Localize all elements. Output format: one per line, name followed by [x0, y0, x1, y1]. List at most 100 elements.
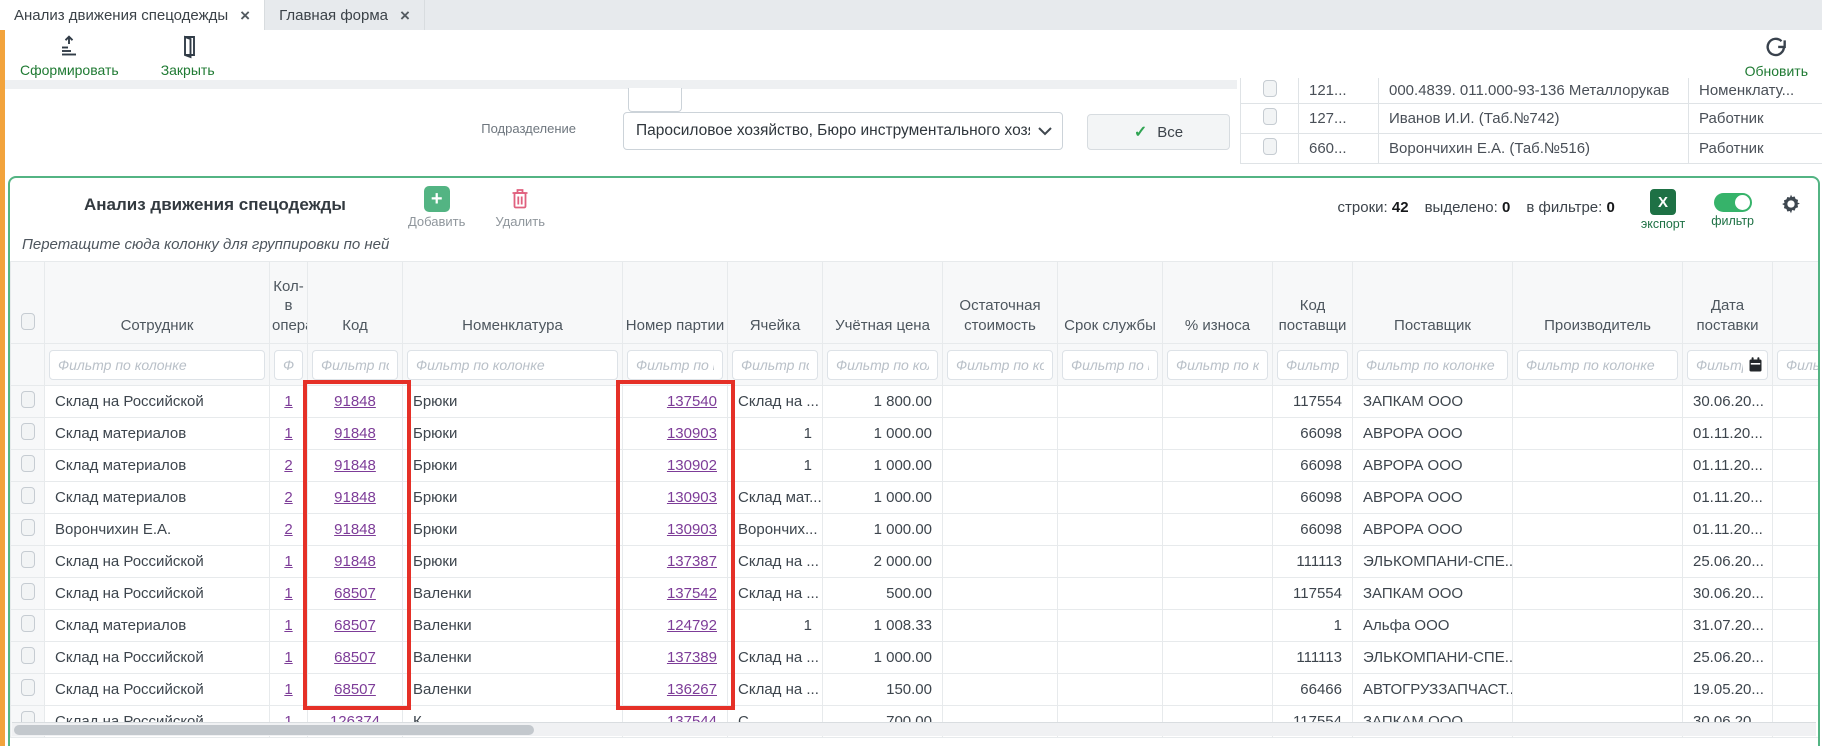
ops-link[interactable]: 1 [284, 425, 292, 442]
filter-input-supplier_code[interactable] [1277, 350, 1348, 380]
col-header-season[interactable]: Се... [1773, 262, 1819, 344]
batch-link[interactable]: 136267 [667, 681, 717, 698]
col-header-ops[interactable]: Кол-в операц [270, 262, 308, 344]
batch-link[interactable]: 130903 [667, 425, 717, 442]
col-header-cell[interactable]: Ячейка [728, 262, 823, 344]
row-checkbox[interactable] [21, 391, 35, 408]
code-link[interactable]: 68507 [334, 681, 376, 698]
scrollbar-thumb[interactable] [14, 725, 534, 735]
row-checkbox[interactable] [21, 615, 35, 632]
add-button[interactable]: + Добавить [408, 186, 465, 229]
batch-link[interactable]: 130902 [667, 457, 717, 474]
close-icon[interactable]: × [400, 7, 410, 24]
filter-input-wear[interactable] [1167, 350, 1268, 380]
ops-link[interactable]: 1 [284, 649, 292, 666]
row-checkbox[interactable] [21, 487, 35, 504]
code-link[interactable]: 91848 [334, 457, 376, 474]
col-header-nomenclature[interactable]: Номенклатура [403, 262, 623, 344]
side-table-row[interactable]: 121...000.4839. 011.000-93-136 Металлору… [1241, 78, 1822, 103]
filter-input-ops[interactable] [274, 350, 303, 380]
delete-button[interactable]: Удалить [495, 186, 545, 229]
tab-analysis[interactable]: Анализ движения спецодежды × [0, 0, 265, 30]
table-row[interactable]: Склад материалов168507Валенки12479211 00… [11, 610, 1819, 642]
filter-input-cell[interactable] [732, 350, 818, 380]
close-form-button[interactable]: Закрыть [161, 33, 215, 78]
ops-link[interactable]: 1 [284, 617, 292, 634]
filter-input-nomenclature[interactable] [407, 350, 618, 380]
table-row[interactable]: Склад на Российской191848Брюки137387Скла… [11, 546, 1819, 578]
batch-link[interactable]: 130903 [667, 521, 717, 538]
col-header-residual[interactable]: Остаточная стоимость [943, 262, 1058, 344]
code-link[interactable]: 91848 [334, 489, 376, 506]
row-checkbox[interactable] [1263, 108, 1277, 125]
generate-button[interactable]: Сформировать [20, 33, 119, 78]
select-all-checkbox[interactable] [21, 313, 35, 330]
filter-input-residual[interactable] [947, 350, 1053, 380]
filter-input-employee[interactable] [49, 350, 265, 380]
batch-link[interactable]: 124792 [667, 617, 717, 634]
table-row[interactable]: Склад на Российской191848Брюки137540Скла… [11, 386, 1819, 418]
horizontal-scrollbar[interactable] [12, 722, 1816, 736]
settings-button[interactable] [1780, 193, 1802, 215]
col-header-delivery_date[interactable]: Дата поставки [1683, 262, 1773, 344]
code-link[interactable]: 91848 [334, 393, 376, 410]
code-link[interactable]: 91848 [334, 521, 376, 538]
table-row[interactable]: Склад на Российской168507Валенки136267Ск… [11, 674, 1819, 706]
table-row[interactable]: Ворончихин Е.А.291848Брюки130903Ворончих… [11, 514, 1819, 546]
batch-link[interactable]: 137387 [667, 553, 717, 570]
side-table-row[interactable]: 660...Ворончихин Е.А. (Таб.№516)Работник [1241, 133, 1822, 163]
filter-input-price[interactable] [827, 350, 938, 380]
row-checkbox[interactable] [21, 455, 35, 472]
row-checkbox[interactable] [21, 583, 35, 600]
table-row[interactable]: Склад на Российской168507Валенки137389Ск… [11, 642, 1819, 674]
batch-link[interactable]: 137542 [667, 585, 717, 602]
ops-link[interactable]: 1 [284, 553, 292, 570]
export-button[interactable]: X экспорт [1641, 186, 1685, 231]
toggle-switch[interactable] [1714, 193, 1752, 212]
ops-link[interactable]: 1 [284, 681, 292, 698]
col-header-manufacturer[interactable]: Производитель [1513, 262, 1683, 344]
col-header-supplier_code[interactable]: Код поставщи [1273, 262, 1353, 344]
ops-link[interactable]: 2 [284, 521, 292, 538]
filter-input-code[interactable] [312, 350, 398, 380]
col-header-price[interactable]: Учётная цена [823, 262, 943, 344]
ops-link[interactable]: 1 [284, 585, 292, 602]
filter-input-lifetime[interactable] [1062, 350, 1158, 380]
col-header-code[interactable]: Код [308, 262, 403, 344]
calendar-icon[interactable] [1749, 357, 1762, 372]
batch-link[interactable]: 130903 [667, 489, 717, 506]
department-dropdown[interactable]: Паросиловое хозяйство, Бюро инструментал… [623, 112, 1063, 150]
ops-link[interactable]: 1 [284, 393, 292, 410]
filter-input-batch[interactable] [627, 350, 723, 380]
code-link[interactable]: 91848 [334, 553, 376, 570]
table-row[interactable]: Склад материалов191848Брюки13090311 000.… [11, 418, 1819, 450]
code-link[interactable]: 91848 [334, 425, 376, 442]
tab-main-form[interactable]: Главная форма × [265, 0, 425, 30]
col-header-supplier[interactable]: Поставщик [1353, 262, 1513, 344]
refresh-button[interactable]: Обновить [1745, 35, 1808, 79]
code-link[interactable]: 68507 [334, 585, 376, 602]
row-checkbox[interactable] [21, 647, 35, 664]
col-header-wear[interactable]: % износа [1163, 262, 1273, 344]
ops-link[interactable]: 2 [284, 457, 292, 474]
code-link[interactable]: 68507 [334, 649, 376, 666]
row-checkbox[interactable] [1263, 80, 1277, 97]
filter-input-manufacturer[interactable] [1517, 350, 1678, 380]
close-icon[interactable]: × [240, 7, 250, 24]
filter-input-supplier[interactable] [1357, 350, 1508, 380]
ops-link[interactable]: 2 [284, 489, 292, 506]
side-table-row[interactable]: 127...Иванов И.И. (Таб.№742)Работник [1241, 103, 1822, 133]
filter-input-season[interactable] [1777, 350, 1818, 380]
row-checkbox[interactable] [21, 423, 35, 440]
row-checkbox[interactable] [21, 679, 35, 696]
col-header-batch[interactable]: Номер партии [623, 262, 728, 344]
table-row[interactable]: Склад материалов291848Брюки130903Склад м… [11, 482, 1819, 514]
select-all-departments-button[interactable]: ✓ Все [1087, 114, 1230, 150]
table-row[interactable]: Склад материалов291848Брюки13090211 000.… [11, 450, 1819, 482]
row-checkbox[interactable] [21, 519, 35, 536]
batch-link[interactable]: 137389 [667, 649, 717, 666]
batch-link[interactable]: 137540 [667, 393, 717, 410]
row-checkbox[interactable] [21, 551, 35, 568]
col-header-employee[interactable]: Сотрудник [45, 262, 270, 344]
table-row[interactable]: Склад на Российской168507Валенки137542Ск… [11, 578, 1819, 610]
